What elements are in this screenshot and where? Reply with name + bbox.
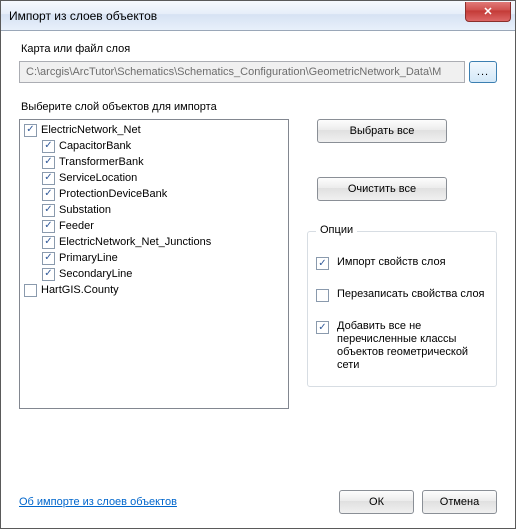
cancel-button[interactable]: Отмена: [422, 490, 497, 514]
window-title: Импорт из слоев объектов: [9, 9, 157, 23]
layers-section-label: Выберите слой объектов для импорта: [21, 101, 497, 113]
ok-label: ОК: [369, 496, 384, 508]
layer-tree-label: ProtectionDeviceBank: [59, 186, 167, 202]
titlebar: Импорт из слоев объектов ✕: [1, 1, 515, 31]
map-path-row: ...: [19, 61, 497, 83]
checkbox-icon[interactable]: [42, 172, 55, 185]
layer-tree-item[interactable]: Feeder: [24, 218, 284, 234]
help-link[interactable]: Об импорте из слоев объектов: [19, 496, 177, 508]
layer-tree-item[interactable]: HartGIS.County: [24, 282, 284, 298]
cancel-label: Отмена: [440, 496, 479, 508]
client-area: Карта или файл слоя ... Выберите слой об…: [1, 31, 515, 528]
checkbox-icon[interactable]: [42, 236, 55, 249]
layer-tree-label: ElectricNetwork_Net: [41, 122, 141, 138]
layer-tree-label: SecondaryLine: [59, 266, 132, 282]
browse-button[interactable]: ...: [469, 61, 497, 83]
layer-tree-item[interactable]: ServiceLocation: [24, 170, 284, 186]
footer-buttons: ОК Отмена: [339, 490, 497, 514]
layer-tree-label: Feeder: [59, 218, 94, 234]
option-label: Перезаписать свойства слоя: [337, 288, 485, 301]
options-group: Опции Импорт свойств слояПерезаписать св…: [307, 231, 497, 387]
checkbox-icon[interactable]: [42, 220, 55, 233]
checkbox-icon[interactable]: [24, 124, 37, 137]
footer-row: Об импорте из слоев объектов ОК Отмена: [19, 490, 497, 514]
checkbox-icon[interactable]: [42, 268, 55, 281]
layer-tree-item[interactable]: PrimaryLine: [24, 250, 284, 266]
map-path-input: [19, 61, 465, 83]
layer-tree-item[interactable]: SecondaryLine: [24, 266, 284, 282]
checkbox-icon[interactable]: [42, 156, 55, 169]
layer-tree[interactable]: ElectricNetwork_NetCapacitorBankTransfor…: [19, 119, 289, 409]
ok-button[interactable]: ОК: [339, 490, 414, 514]
layer-tree-item[interactable]: TransformerBank: [24, 154, 284, 170]
layer-tree-label: Substation: [59, 202, 111, 218]
map-section-label: Карта или файл слоя: [21, 43, 497, 55]
clear-all-label: Очистить все: [348, 183, 416, 195]
option-row[interactable]: Перезаписать свойства слоя: [316, 288, 488, 302]
left-column: ElectricNetwork_NetCapacitorBankTransfor…: [19, 119, 289, 480]
checkbox-icon[interactable]: [316, 257, 329, 270]
layer-tree-item[interactable]: ProtectionDeviceBank: [24, 186, 284, 202]
select-all-button[interactable]: Выбрать все: [317, 119, 447, 143]
layer-tree-item[interactable]: ElectricNetwork_Net: [24, 122, 284, 138]
right-column: Выбрать все Очистить все Опции Импорт св…: [307, 119, 497, 480]
mid-columns: ElectricNetwork_NetCapacitorBankTransfor…: [19, 119, 497, 480]
layer-tree-item[interactable]: Substation: [24, 202, 284, 218]
checkbox-icon[interactable]: [24, 284, 37, 297]
checkbox-icon[interactable]: [42, 252, 55, 265]
close-button[interactable]: ✕: [465, 2, 511, 22]
checkbox-icon[interactable]: [42, 188, 55, 201]
option-label: Добавить все не перечисленные классы объ…: [337, 320, 488, 372]
layer-tree-item[interactable]: ElectricNetwork_Net_Junctions: [24, 234, 284, 250]
select-all-label: Выбрать все: [350, 125, 415, 137]
checkbox-icon[interactable]: [42, 204, 55, 217]
ellipsis-icon: ...: [477, 66, 489, 78]
option-label: Импорт свойств слоя: [337, 256, 446, 269]
layer-tree-label: PrimaryLine: [59, 250, 118, 266]
clear-all-button[interactable]: Очистить все: [317, 177, 447, 201]
layer-tree-label: HartGIS.County: [41, 282, 119, 298]
layer-tree-label: ServiceLocation: [59, 170, 137, 186]
option-row[interactable]: Импорт свойств слоя: [316, 256, 488, 270]
checkbox-icon[interactable]: [42, 140, 55, 153]
layer-tree-label: CapacitorBank: [59, 138, 131, 154]
option-row[interactable]: Добавить все не перечисленные классы объ…: [316, 320, 488, 372]
layer-tree-item[interactable]: CapacitorBank: [24, 138, 284, 154]
dialog-window: Импорт из слоев объектов ✕ Карта или фай…: [0, 0, 516, 529]
layer-tree-label: TransformerBank: [59, 154, 144, 170]
checkbox-icon[interactable]: [316, 321, 329, 334]
options-group-title: Опции: [316, 224, 357, 236]
checkbox-icon[interactable]: [316, 289, 329, 302]
layer-tree-label: ElectricNetwork_Net_Junctions: [59, 234, 211, 250]
close-icon: ✕: [483, 5, 492, 18]
